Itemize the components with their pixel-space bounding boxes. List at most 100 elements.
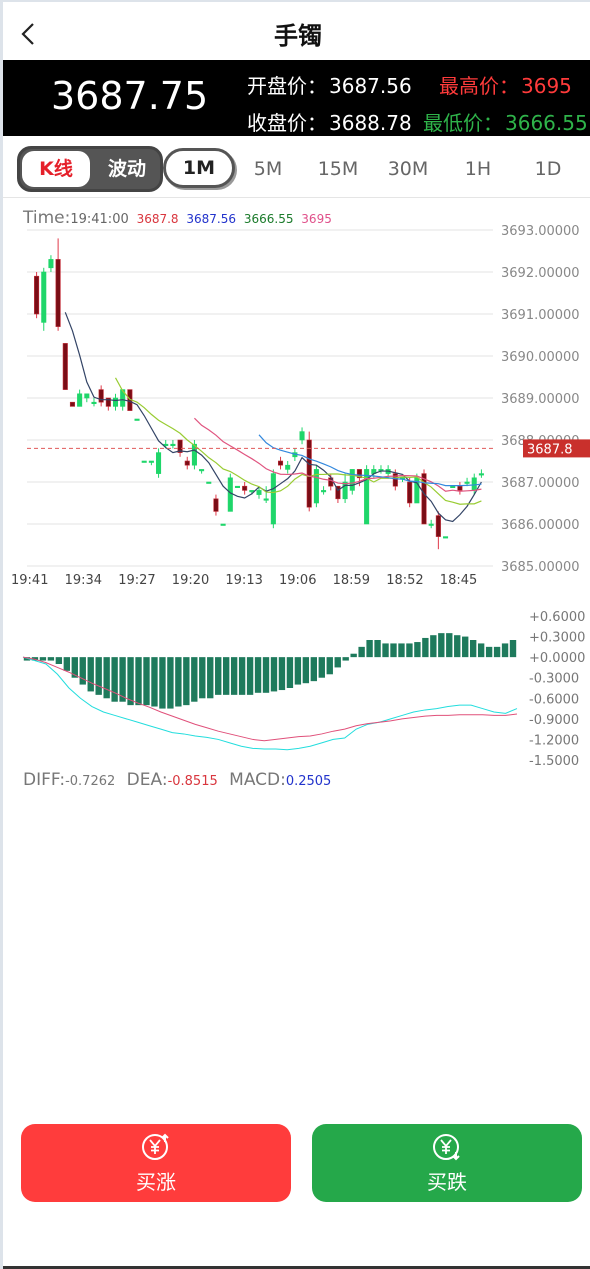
macd-bar <box>254 657 262 693</box>
candle-body <box>242 485 248 491</box>
dea-label: DEA: <box>126 770 168 790</box>
candle-body <box>270 473 276 525</box>
macd-bar <box>215 657 222 695</box>
candle-body <box>69 401 75 407</box>
candle-body <box>184 460 190 466</box>
macd-bar <box>294 657 302 685</box>
macd-bar <box>326 657 333 675</box>
candle-body <box>156 452 162 474</box>
candle-body <box>91 401 97 404</box>
y-tick-label: 3685.00000 <box>501 560 580 575</box>
macd-bar <box>334 657 341 668</box>
buy-up-button[interactable]: 买涨 <box>21 1124 291 1202</box>
open-label: 开盘价： <box>247 74 327 98</box>
macd-bar <box>358 646 365 658</box>
macd-bar <box>135 657 142 706</box>
candle-body <box>213 498 219 512</box>
tab-wave[interactable]: 波动 <box>94 151 160 187</box>
candle-body <box>234 485 241 489</box>
macd-bar <box>127 657 134 706</box>
page-title: 手镯 <box>274 22 322 50</box>
y-tick-label: 3691.00000 <box>501 308 580 323</box>
candle-body <box>206 481 212 484</box>
macd-bar <box>477 643 485 658</box>
macd-bar <box>422 637 429 658</box>
macd-y-tick-label: -0.3000 <box>529 672 579 687</box>
x-tick-label: 19:06 <box>279 573 316 588</box>
macd-chart[interactable]: +0.6000 +0.3000 +0.0000 -0.3000 -0.6000 -0.90… <box>3 600 590 770</box>
high-label: 最高价： <box>439 74 519 98</box>
candle-body <box>170 443 176 446</box>
macd-bar <box>485 646 493 658</box>
x-tick-label: 19:20 <box>172 573 209 588</box>
header: 手镯 <box>3 2 590 60</box>
candle-body <box>84 393 90 399</box>
low-label: 最低价： <box>423 111 503 135</box>
ma20-line <box>194 417 482 492</box>
yuan-up-icon <box>142 1133 169 1160</box>
timeframe-1m[interactable]: 1M <box>163 148 235 188</box>
macd-bar <box>493 646 501 658</box>
candle-body <box>306 439 312 508</box>
macd-bar <box>310 657 318 682</box>
macd-bar <box>509 640 517 658</box>
timeframe-30m[interactable]: 30M <box>377 146 439 192</box>
macd-y-tick-label: -0.9000 <box>529 713 579 728</box>
candle-body <box>227 477 233 512</box>
candlestick-chart[interactable]: 3693.00000 3692.00000 3691.00000 3690.00000… <box>3 200 590 600</box>
candle-body <box>141 460 147 463</box>
macd-y-tick-label: -0.6000 <box>529 692 579 707</box>
candle-body <box>55 259 61 327</box>
macd-y-tick-label: -1.5000 <box>529 754 579 769</box>
tab-kline[interactable]: K线 <box>22 151 90 187</box>
macd-bar <box>398 643 405 658</box>
timeframe-15m[interactable]: 15M <box>307 146 369 192</box>
timeframe-1h[interactable]: 1H <box>447 146 509 192</box>
close-value: 3688.78 <box>329 111 412 135</box>
candle-body <box>443 536 449 539</box>
candle-body <box>464 481 470 484</box>
macd-bar <box>39 657 47 661</box>
y-tick-label: 3690.00000 <box>501 350 580 365</box>
candle-body <box>41 271 47 323</box>
candle-body <box>349 469 355 491</box>
macd-legend: DIFF:-0.7262 DEA:-0.8515 MACD:0.2505 <box>23 770 331 790</box>
macd-bar <box>55 657 63 664</box>
macd-bar <box>366 640 373 658</box>
macd-bar <box>262 657 270 693</box>
macd-value: 0.2505 <box>285 774 332 789</box>
candle-body <box>471 477 477 491</box>
chart-area[interactable]: Time:19:41:00 3687.8 3687.56 3666.55 369… <box>3 200 590 800</box>
macd-bar <box>103 657 110 699</box>
macd-bar <box>438 633 445 658</box>
macd-bar <box>175 657 182 707</box>
candle-body <box>112 397 119 407</box>
x-tick-label: 19:27 <box>118 573 155 588</box>
candle-body <box>256 490 262 495</box>
y-tick-label: 3692.00000 <box>501 266 580 281</box>
open-price-row: 开盘价： 3687.56 <box>247 70 412 99</box>
macd-bar <box>414 642 421 658</box>
macd-bar <box>342 657 349 661</box>
timeframe-1d[interactable]: 1D <box>517 146 579 192</box>
candle-body <box>435 515 441 537</box>
macd-bar <box>230 657 238 695</box>
quote-panel: 3687.75 开盘价： 3687.56 最高价： 3695 收盘价： 3688.78… <box>3 60 590 136</box>
macd-bar <box>278 657 286 691</box>
macd-bar <box>238 657 246 695</box>
macd-bar <box>390 643 397 658</box>
x-tick-label: 18:59 <box>333 573 370 588</box>
macd-bar <box>95 657 102 695</box>
buy-down-button[interactable]: 买跌 <box>312 1124 582 1202</box>
macd-label: MACD: <box>229 770 286 790</box>
timeframe-5m[interactable]: 5M <box>237 146 299 192</box>
macd-y-tick-label: +0.6000 <box>529 610 585 625</box>
candle-body <box>62 343 68 390</box>
x-tick-label: 19:13 <box>225 573 262 588</box>
macd-bar <box>47 657 55 661</box>
candle-body <box>77 393 83 407</box>
macd-bar <box>79 657 86 685</box>
candle-body <box>220 523 226 526</box>
current-price-tag-label: 3687.8 <box>527 442 573 457</box>
macd-bar <box>159 657 166 709</box>
